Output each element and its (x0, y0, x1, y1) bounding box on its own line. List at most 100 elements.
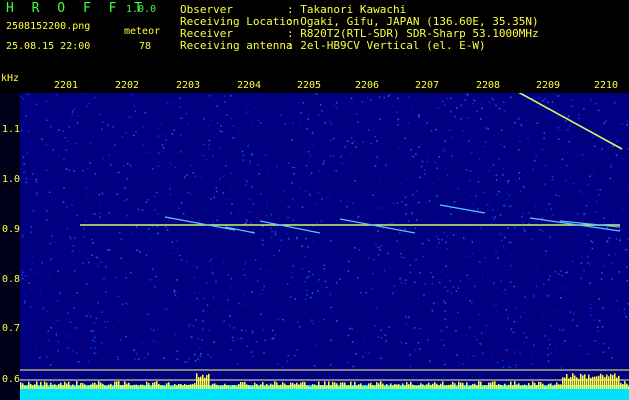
noise-pixel (527, 212, 530, 214)
noise-pixel (259, 268, 262, 270)
spectrum-spike (294, 384, 296, 389)
spectrum-spike (170, 386, 172, 389)
noise-pixel (55, 241, 57, 243)
spectrum-spike (452, 382, 454, 389)
noise-pixel (274, 334, 277, 336)
noise-pixel (323, 268, 326, 270)
noise-pixel (296, 349, 298, 351)
noise-pixel (500, 239, 503, 242)
noise-pixel (39, 356, 41, 359)
noise-pixel (381, 127, 384, 129)
noise-pixel (21, 274, 23, 276)
noise-pixel (55, 93, 58, 96)
noise-pixel (612, 220, 615, 222)
noise-pixel (106, 321, 109, 323)
noise-pixel (397, 118, 399, 121)
spectrum-spike (60, 382, 62, 389)
noise-pixel (90, 315, 92, 318)
noise-pixel (587, 234, 590, 236)
noise-pixel (404, 282, 406, 285)
noise-pixel (21, 236, 24, 238)
noise-pixel (319, 103, 322, 106)
noise-pixel (413, 327, 416, 329)
spectrum-spike (548, 383, 550, 389)
noise-pixel (92, 242, 94, 244)
noise-pixel (312, 273, 314, 276)
spectrum-spike (250, 386, 252, 389)
noise-pixel (503, 145, 505, 148)
noise-pixel (305, 237, 307, 240)
noise-pixel (107, 249, 109, 251)
spectrum-spike (178, 383, 180, 389)
spectrum-spike (300, 382, 302, 389)
spectrum-spike (302, 381, 304, 389)
noise-pixel (339, 162, 341, 164)
noise-pixel (274, 231, 277, 233)
noise-pixel (261, 239, 264, 241)
noise-pixel (82, 169, 84, 172)
spectrum-spike (310, 387, 312, 389)
noise-pixel (503, 265, 505, 267)
spectrum-spike (382, 383, 384, 389)
noise-pixel (572, 319, 574, 321)
noise-pixel (21, 271, 24, 273)
noise-pixel (437, 107, 440, 109)
noise-pixel (307, 150, 310, 153)
noise-pixel (544, 164, 547, 167)
noise-pixel (354, 247, 356, 249)
spectrum-spike (224, 383, 226, 389)
noise-pixel (504, 204, 506, 207)
noise-pixel (237, 127, 240, 129)
noise-pixel (242, 154, 245, 157)
noise-pixel (94, 127, 96, 129)
noise-pixel (330, 339, 332, 342)
spectrum-spike (540, 382, 542, 389)
noise-pixel (326, 286, 328, 289)
noise-pixel (222, 192, 225, 194)
noise-pixel (496, 193, 498, 196)
spectrum-spike (570, 377, 572, 389)
noise-pixel (610, 166, 613, 168)
noise-pixel (566, 151, 569, 154)
noise-pixel (166, 103, 169, 105)
noise-pixel (351, 142, 353, 144)
noise-pixel (452, 286, 455, 288)
noise-pixel (28, 282, 30, 285)
noise-pixel (98, 257, 100, 259)
noise-pixel (374, 165, 377, 167)
noise-pixel (227, 198, 230, 201)
noise-pixel (450, 321, 452, 324)
noise-pixel (508, 205, 511, 208)
noise-pixel (513, 285, 516, 288)
noise-pixel (310, 172, 313, 175)
noise-pixel (487, 274, 489, 277)
noise-pixel (317, 335, 319, 337)
noise-pixel (531, 363, 534, 365)
noise-pixel (153, 195, 156, 198)
noise-pixel (340, 155, 342, 158)
noise-pixel (173, 129, 175, 131)
noise-pixel (165, 139, 167, 141)
noise-pixel (35, 181, 38, 183)
noise-pixel (119, 339, 122, 341)
noise-pixel (606, 226, 608, 229)
spectrum-spike (244, 381, 246, 389)
noise-pixel (302, 101, 305, 104)
noise-pixel (176, 358, 178, 361)
noise-pixel (426, 229, 428, 231)
noise-pixel (436, 195, 438, 197)
spectrum-spike (510, 381, 512, 389)
spectrum-spike (94, 382, 96, 389)
noise-pixel (130, 232, 133, 234)
noise-pixel (243, 274, 246, 276)
noise-pixel (585, 204, 588, 207)
noise-pixel (105, 168, 108, 171)
spectrum-spike (400, 386, 402, 389)
spectrum-spike (316, 386, 318, 389)
noise-pixel (403, 256, 405, 259)
noise-pixel (287, 162, 290, 164)
noise-pixel (399, 277, 401, 280)
noise-pixel (142, 143, 145, 145)
noise-pixel (220, 165, 222, 168)
noise-pixel (196, 266, 198, 269)
